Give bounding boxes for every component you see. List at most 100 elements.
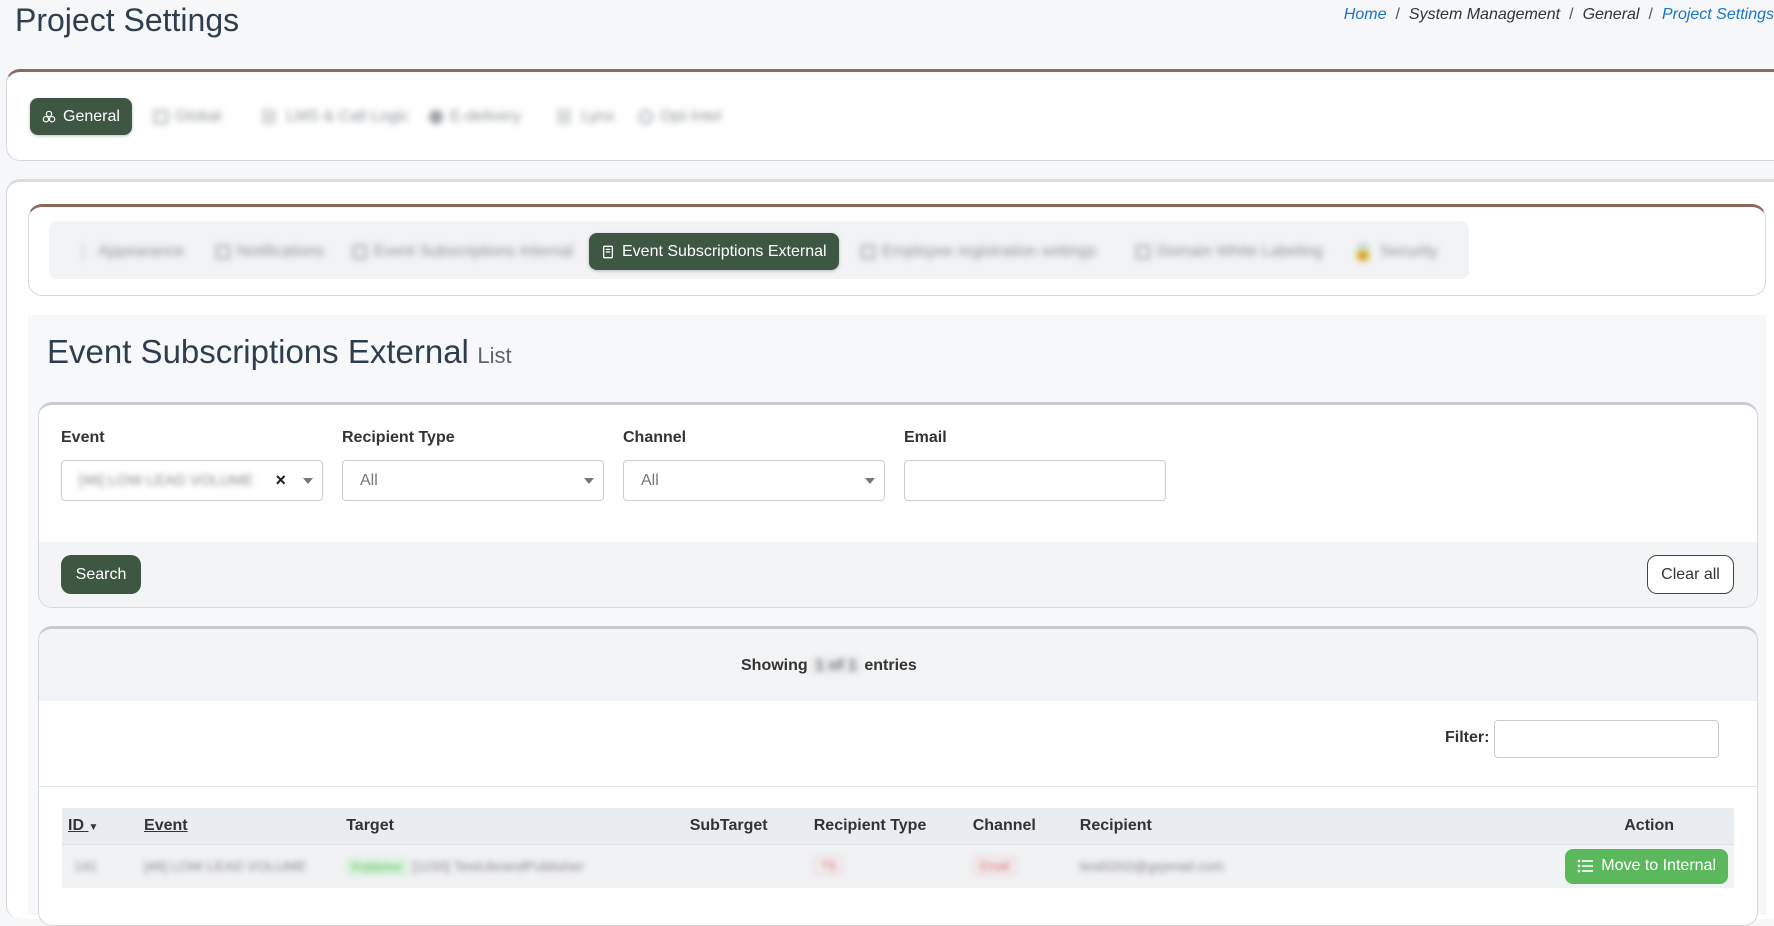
event-select[interactable]: [46] LOW LEAD VOLUME × (61, 460, 323, 501)
event-select-value: [46] LOW LEAD VOLUME (79, 472, 254, 489)
list-icon (1577, 859, 1594, 873)
tab-general[interactable]: General (30, 98, 132, 135)
column-action: Action (1564, 808, 1734, 844)
showing-prefix: Showing (741, 657, 808, 674)
event-filter-label: Event (61, 429, 105, 446)
tab-lms-call-logic[interactable]: ⛓ LMS & Call Logic (247, 98, 421, 135)
sub-tabs-card: ⋮ Appearance Notifications Event Subscri… (28, 204, 1766, 296)
tab-e-delivery-label: E-delivery (450, 107, 522, 125)
link-icon: ⛓ (259, 108, 280, 126)
breadcrumb: Home / System Management / General / Project S… (1344, 6, 1774, 24)
column-subtarget-label: SubTarget (689, 816, 768, 834)
channel-select-value: All (641, 471, 659, 489)
main-tabs-card: General Global ⛓ LMS & Call Logic E-deli… (6, 69, 1774, 161)
subscriptions-table: ID ▼ Event Target SubTarget Recipient Ty… (62, 808, 1734, 888)
channel-filter-label: Channel (623, 429, 687, 446)
tab-notifications-label: Notifications (237, 242, 325, 260)
column-subtarget: SubTarget (683, 808, 807, 844)
tab-employee-label: Employee registration settings (882, 242, 1097, 260)
target-name: [1150] TestUbrandPublisher (412, 858, 584, 875)
book-icon (602, 245, 614, 258)
tab-event-subscriptions-internal[interactable]: Event Subscriptions Internal (341, 233, 585, 270)
showing-count: 1 of 1 (812, 657, 860, 674)
cell-id: 141 (74, 858, 98, 875)
breadcrumb-separator: / (1395, 6, 1400, 23)
filter-card (38, 402, 1758, 608)
channel-badge: Email (972, 857, 1017, 876)
breadcrumb-general[interactable]: General (1583, 6, 1640, 23)
tab-appearance[interactable]: ⋮ Appearance (63, 233, 196, 270)
recipient-type-badge: TS (813, 857, 844, 876)
clear-all-button[interactable]: Clear all (1647, 555, 1734, 594)
email-filter-label: Email (904, 429, 947, 446)
table-filter-input[interactable] (1494, 720, 1719, 758)
filter-footer (39, 542, 1757, 607)
tab-lynx-label: Lynx (581, 107, 615, 125)
grid-icon (353, 244, 367, 259)
showing-suffix: entries (864, 657, 917, 674)
cell-target: Publisher [1150] TestUbrandPublisher (339, 844, 683, 888)
tab-domain-white-labeling[interactable]: Domain White Labeling (1124, 233, 1334, 270)
column-recipient-type-label: Recipient Type (813, 816, 927, 834)
column-target: Target (339, 808, 683, 844)
breadcrumb-separator: / (1569, 6, 1574, 23)
cell-recipient-type: TS (807, 844, 966, 888)
tab-security-label: Security (1379, 242, 1438, 260)
tab-general-label: General (63, 107, 120, 125)
move-to-internal-label: Move to Internal (1601, 857, 1716, 875)
clear-selection-icon[interactable]: × (275, 470, 286, 491)
grid-icon (1136, 244, 1150, 259)
breadcrumb-home-link[interactable]: Home (1344, 6, 1387, 23)
tab-domain-label: Domain White Labeling (1157, 242, 1323, 260)
column-action-label: Action (1624, 816, 1675, 834)
cell-subtarget (683, 844, 807, 888)
section-header: Event Subscriptions External List (47, 333, 512, 371)
target-type-badge: Publisher (346, 858, 409, 877)
chevron-down-icon (584, 478, 594, 484)
column-id[interactable]: ID ▼ (62, 808, 137, 844)
tab-lynx[interactable]: ⛓ Lynx (542, 98, 627, 135)
column-event-label: Event (144, 816, 188, 834)
tab-event-subscriptions-external[interactable]: Event Subscriptions External (589, 233, 839, 270)
circle-icon (639, 109, 653, 124)
cell-channel: Email (966, 844, 1073, 888)
cell-action: Move to Internal (1564, 844, 1734, 888)
tab-appearance-label: Appearance (98, 242, 185, 260)
grid-icon (154, 109, 168, 124)
column-channel-label: Channel (972, 816, 1036, 834)
table-filter-label: Filter: (1445, 729, 1490, 746)
move-to-internal-button[interactable]: Move to Internal (1565, 848, 1728, 884)
column-recipient-label: Recipient (1079, 816, 1152, 834)
results-divider (39, 786, 1757, 787)
channel-select[interactable]: All (623, 460, 885, 501)
column-event[interactable]: Event (137, 808, 339, 844)
cell-recipient: test0202@grpmail.com (1079, 858, 1224, 875)
cubes-icon (42, 110, 56, 122)
link-icon: ⛓ (554, 108, 575, 126)
lock-icon: 🔒 (1353, 243, 1373, 261)
tab-security[interactable]: 🔒 Security (1341, 233, 1450, 270)
section-title: Event Subscriptions External (47, 333, 469, 370)
tab-global[interactable]: Global (142, 98, 233, 135)
breadcrumb-project-settings: Project Settings (1661, 6, 1774, 23)
tab-opt-intel-label: Opt-Intel (660, 107, 722, 125)
search-button[interactable]: Search (61, 555, 141, 594)
column-channel: Channel (966, 808, 1073, 844)
breadcrumb-system-management[interactable]: System Management (1409, 6, 1560, 23)
sort-desc-icon: ▼ (88, 821, 99, 833)
column-recipient: Recipient (1073, 808, 1564, 844)
globe-icon (429, 109, 443, 124)
cell-event: [46] LOW LEAD VOLUME (144, 858, 307, 875)
tab-opt-intel[interactable]: Opt-Intel (627, 98, 733, 135)
tab-global-label: Global (175, 107, 222, 125)
tab-employee-registration-settings[interactable]: Employee registration settings (849, 233, 1108, 270)
tab-e-delivery[interactable]: E-delivery (417, 98, 533, 135)
column-id-label: ID (68, 816, 84, 834)
email-field[interactable] (904, 460, 1166, 501)
chevron-down-icon (865, 478, 875, 484)
tab-notifications[interactable]: Notifications (204, 233, 336, 270)
column-target-label: Target (346, 816, 394, 834)
recipient-type-select[interactable]: All (342, 460, 604, 501)
tab-esi-label: Event Subscriptions Internal (374, 242, 574, 260)
section-subtitle: List (477, 343, 512, 368)
